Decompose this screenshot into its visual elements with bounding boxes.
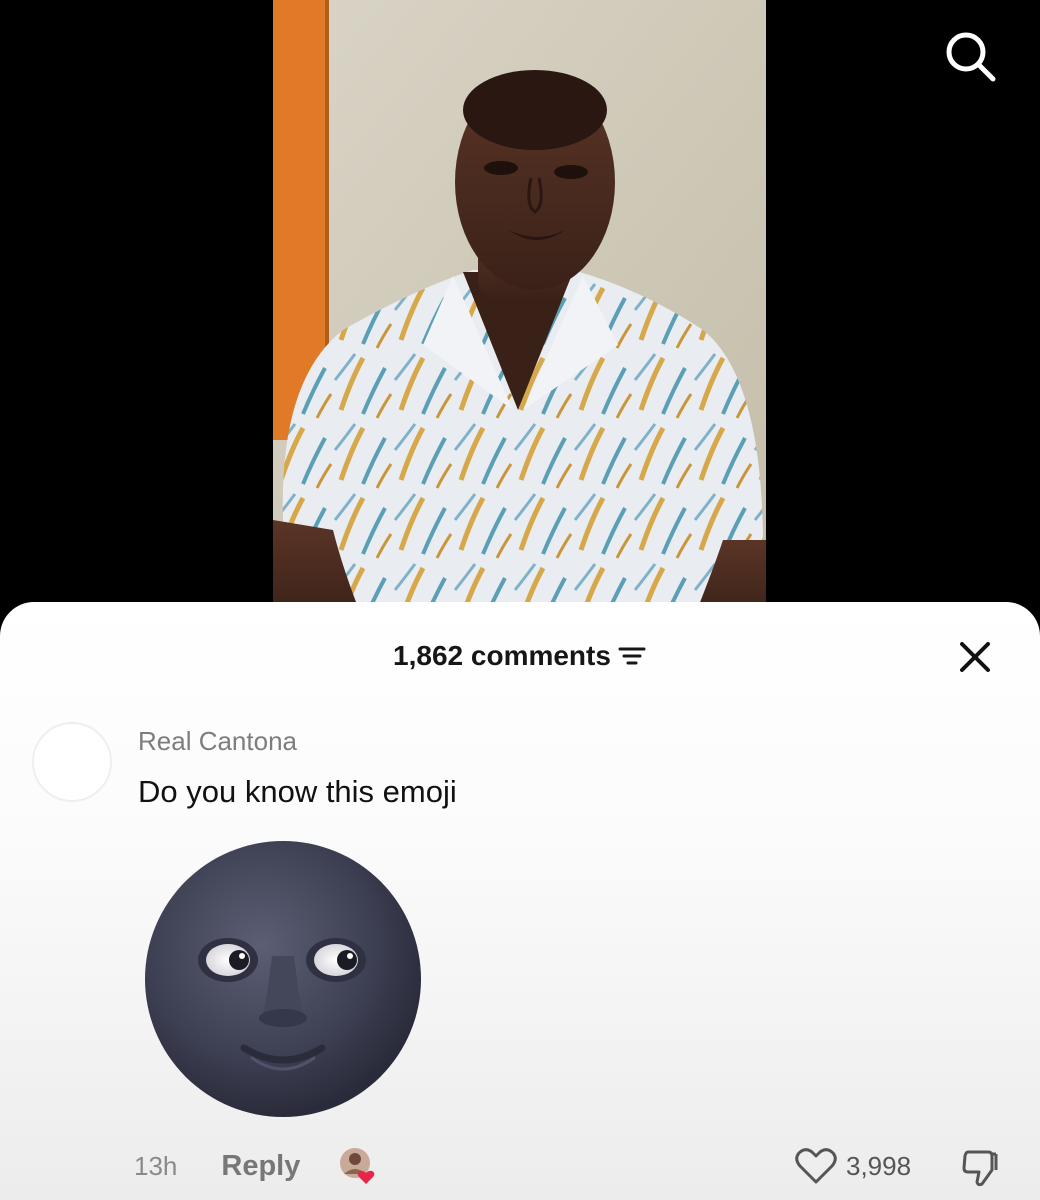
comments-header: 1,862 comments bbox=[0, 632, 1040, 680]
video-frame-image bbox=[273, 0, 766, 620]
search-button[interactable] bbox=[938, 24, 1002, 88]
dislike-button[interactable] bbox=[958, 1146, 1002, 1190]
thumbs-down-icon bbox=[962, 1150, 998, 1187]
comments-count: 1,862 comments bbox=[393, 640, 611, 671]
close-icon bbox=[960, 642, 990, 672]
close-button[interactable] bbox=[952, 634, 998, 680]
comment-time: 13h bbox=[134, 1150, 178, 1181]
creator-avatar-heart-icon bbox=[340, 1148, 375, 1184]
new-moon-face-emoji-icon bbox=[145, 841, 421, 1117]
creator-liked-badge bbox=[338, 1146, 378, 1186]
comment-emoji-image[interactable] bbox=[140, 836, 426, 1122]
comments-sheet: 1,862 comments Real Cantona Do you know … bbox=[0, 602, 1040, 1200]
filter-icon bbox=[618, 647, 646, 665]
commenter-avatar[interactable] bbox=[32, 722, 112, 802]
reply-button[interactable]: Reply bbox=[221, 1150, 300, 1183]
comments-sort-button[interactable]: 1,862 comments bbox=[393, 632, 647, 680]
app-screen: 1,862 comments Real Cantona Do you know … bbox=[0, 0, 1040, 1200]
like-count: 3,998 bbox=[846, 1150, 912, 1181]
comment-text: Do you know this emoji bbox=[138, 774, 457, 809]
search-icon bbox=[946, 32, 996, 82]
commenter-username[interactable]: Real Cantona bbox=[138, 726, 297, 757]
video-player[interactable] bbox=[273, 0, 766, 620]
like-button[interactable]: 3,998 bbox=[794, 1144, 911, 1188]
heart-outline-icon bbox=[795, 1148, 837, 1184]
comment-meta: 13h Reply bbox=[134, 1146, 378, 1186]
